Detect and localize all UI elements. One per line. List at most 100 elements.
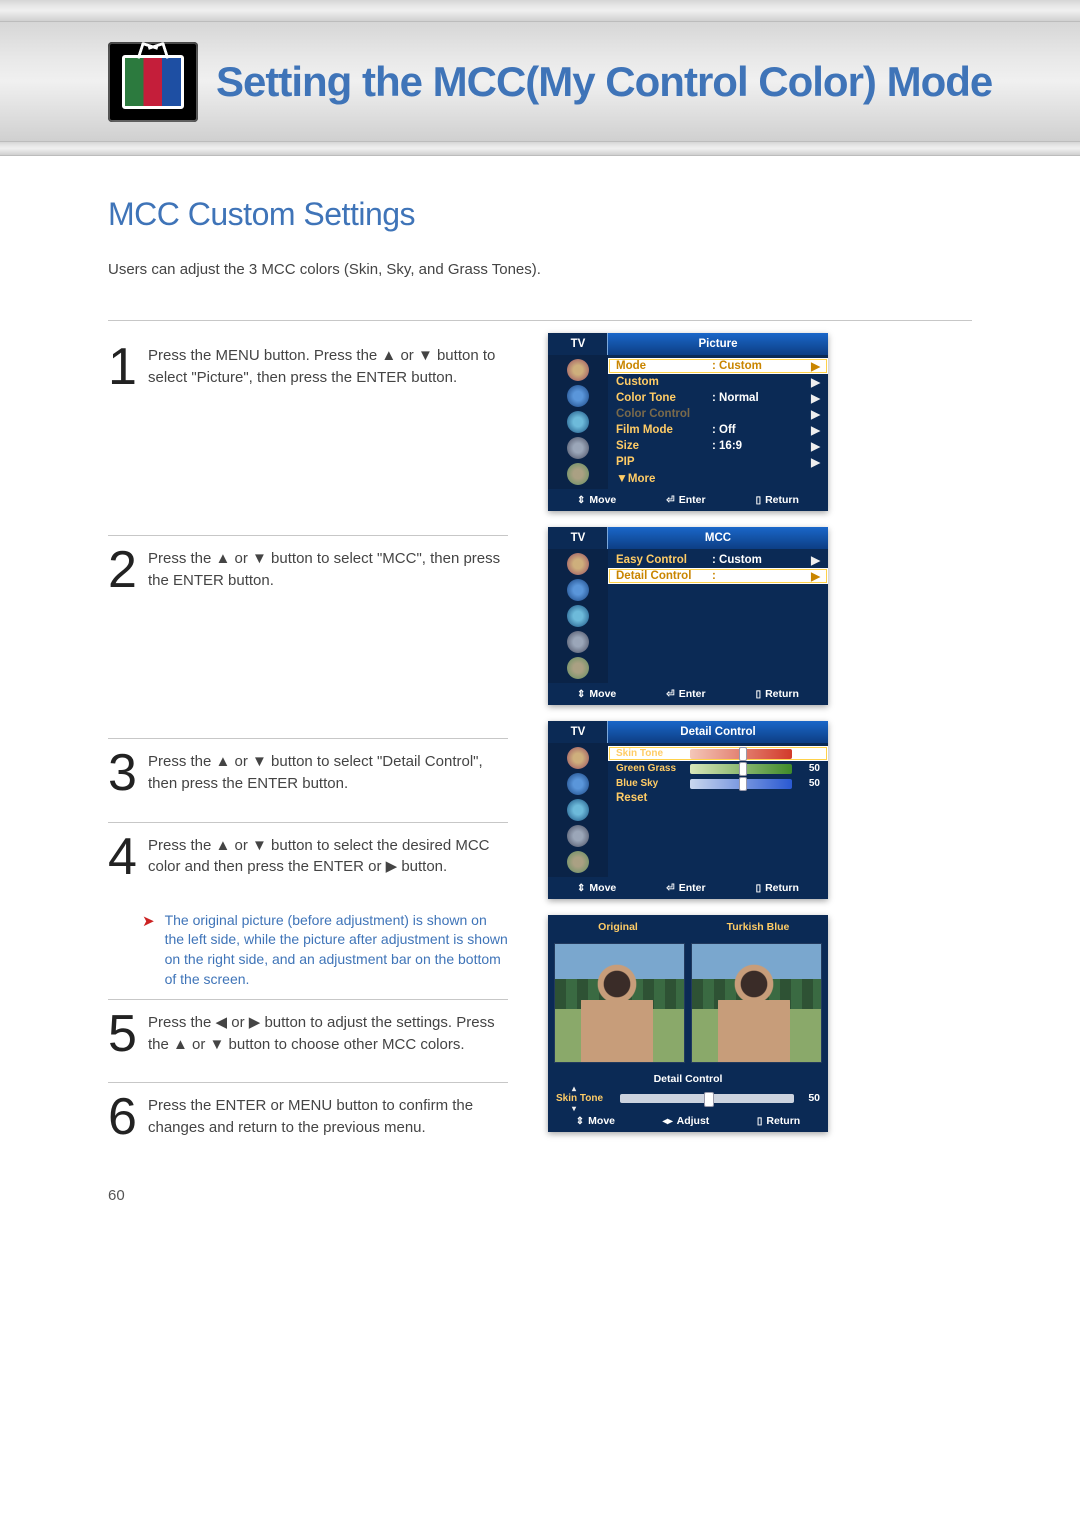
osd-picture-icon (567, 747, 589, 769)
slider-label: Green Grass (616, 763, 686, 774)
osd-column: TV Picture (548, 321, 972, 1132)
page-number: 60 (108, 1187, 125, 1204)
osd-row-value: : Normal (712, 392, 808, 404)
updown-icon: ⇕ (576, 1116, 584, 1127)
osd-sidebar (548, 355, 608, 489)
osd-row-label: Mode (616, 360, 712, 372)
slider-bar[interactable] (690, 764, 792, 774)
osd-channel-icon (567, 411, 589, 433)
hint-enter: ⏎Enter (666, 882, 705, 894)
osd-row-value: : (712, 570, 808, 582)
slider-greengrass[interactable]: Green Grass 50 (608, 761, 828, 776)
preview-slider-row[interactable]: Skin Tone 50 (548, 1088, 828, 1110)
osd-input-icon (567, 657, 589, 679)
osd-footer: ⇕Move ⏎Enter ▯Return (548, 877, 828, 899)
osd-row-custom[interactable]: Custom ▶ (608, 374, 828, 390)
osd-row-pip[interactable]: PIP ▶ (608, 454, 828, 470)
osd-row-label: Custom (616, 376, 712, 388)
osd-tv-label: TV (548, 333, 608, 355)
osd-row-value: : 16:9 (712, 440, 808, 452)
return-icon: ▯ (756, 689, 762, 700)
step-5: 5 Press the ◀ or ▶ button to adjust the … (108, 1000, 508, 1076)
chevron-right-icon: ▶ (808, 375, 820, 389)
step-number: 4 (108, 835, 140, 879)
hint-return: ▯Return (756, 494, 799, 506)
osd-row-colorcontrol: Color Control ▶ (608, 406, 828, 422)
osd-list: Skin Tone 50 Green Grass 50 (608, 743, 828, 877)
preview-adjusted-label: Turkish Blue (688, 915, 828, 939)
osd-row-easycontrol[interactable]: Easy Control : Custom ▶ (608, 552, 828, 568)
osd-input-icon (567, 463, 589, 485)
osd-tv-label: TV (548, 721, 608, 743)
osd-row-mode[interactable]: Mode : Custom ▶ (608, 358, 828, 374)
osd-row-label: Easy Control (616, 554, 712, 566)
step-number: 6 (108, 1095, 140, 1139)
slider-handle[interactable] (739, 747, 747, 761)
osd-setup-icon (567, 631, 589, 653)
enter-icon: ⏎ (666, 689, 674, 700)
preview-original-image (554, 943, 685, 1063)
slider-bar[interactable] (690, 749, 792, 759)
preview-slider-bar[interactable] (620, 1094, 794, 1103)
step-text: Press the ◀ or ▶ button to adjust the se… (148, 1012, 508, 1056)
osd-row-value: : Off (712, 424, 808, 436)
hint-return: ▯Return (757, 1115, 800, 1127)
slider-bar[interactable] (690, 779, 792, 789)
osd-row-colortone[interactable]: Color Tone : Normal ▶ (608, 390, 828, 406)
osd-row-label: Color Tone (616, 392, 712, 404)
osd-title: Detail Control (608, 721, 828, 743)
osd-channel-icon (567, 605, 589, 627)
hint-enter: ⏎Enter (666, 688, 705, 700)
step-text: Press the ▲ or ▼ button to select the de… (148, 835, 508, 879)
hint-adjust: ◂▸Adjust (663, 1115, 710, 1127)
chevron-right-icon: ▶ (808, 439, 820, 453)
preview-adjusted-image (691, 943, 822, 1063)
osd-row-reset[interactable]: Reset (608, 791, 828, 805)
osd-sound-icon (567, 579, 589, 601)
hint-move: ⇕Move (577, 688, 616, 700)
enter-icon: ⏎ (666, 883, 674, 894)
preview-slider-value: 50 (800, 1092, 820, 1104)
step-3: 3 Press the ▲ or ▼ button to select "Det… (108, 739, 508, 815)
osd-row-more[interactable]: ▼More (608, 470, 828, 486)
hint-move: ⇕Move (576, 1115, 615, 1127)
osd-row-detailcontrol[interactable]: Detail Control : ▶ (608, 568, 828, 584)
osd-row-label: Size (616, 440, 712, 452)
slider-skintone[interactable]: Skin Tone 50 (608, 746, 828, 761)
preview-original-label: Original (548, 915, 688, 939)
osd-tv-label: TV (548, 527, 608, 549)
osd-channel-icon (567, 799, 589, 821)
hint-return: ▯Return (756, 688, 799, 700)
osd-row-filmmode[interactable]: Film Mode : Off ▶ (608, 422, 828, 438)
chevron-right-icon: ▶ (808, 359, 820, 373)
slider-handle[interactable] (739, 762, 747, 776)
step-number: 1 (108, 345, 140, 389)
note-arrow-icon: ➤ (142, 911, 155, 932)
hint-return: ▯Return (756, 882, 799, 894)
header-metal-top (0, 0, 1080, 22)
osd-row-label: ▼More (616, 471, 712, 485)
osd-picture-icon (567, 359, 589, 381)
osd-row-value: : Custom (712, 360, 808, 372)
enter-icon: ⏎ (666, 495, 674, 506)
leftright-icon: ◂▸ (663, 1116, 673, 1127)
slider-bluesky[interactable]: Blue Sky 50 (608, 776, 828, 791)
step-text: Press the ▲ or ▼ button to select "Detai… (148, 751, 508, 795)
osd-row-value: : Custom (712, 554, 808, 566)
osd-setup-icon (567, 437, 589, 459)
osd-row-label: Reset (616, 792, 712, 804)
chevron-right-icon: ▶ (808, 407, 820, 421)
slider-label: Blue Sky (616, 778, 686, 789)
osd-row-size[interactable]: Size : 16:9 ▶ (608, 438, 828, 454)
step-2: 2 Press the ▲ or ▼ button to select "MCC… (108, 536, 508, 612)
hint-enter: ⏎Enter (666, 494, 705, 506)
step-6: 6 Press the ENTER or MENU button to conf… (108, 1083, 508, 1159)
osd-setup-icon (567, 825, 589, 847)
osd-row-label: PIP (616, 456, 712, 468)
osd-list: Mode : Custom ▶ Custom ▶ (608, 355, 828, 489)
slider-handle[interactable] (739, 777, 747, 791)
updown-icon: ⇕ (577, 883, 585, 894)
chevron-down-icon: ▼ (616, 471, 628, 485)
osd-picture-menu: TV Picture (548, 333, 828, 511)
preview-title: Detail Control (548, 1067, 828, 1088)
